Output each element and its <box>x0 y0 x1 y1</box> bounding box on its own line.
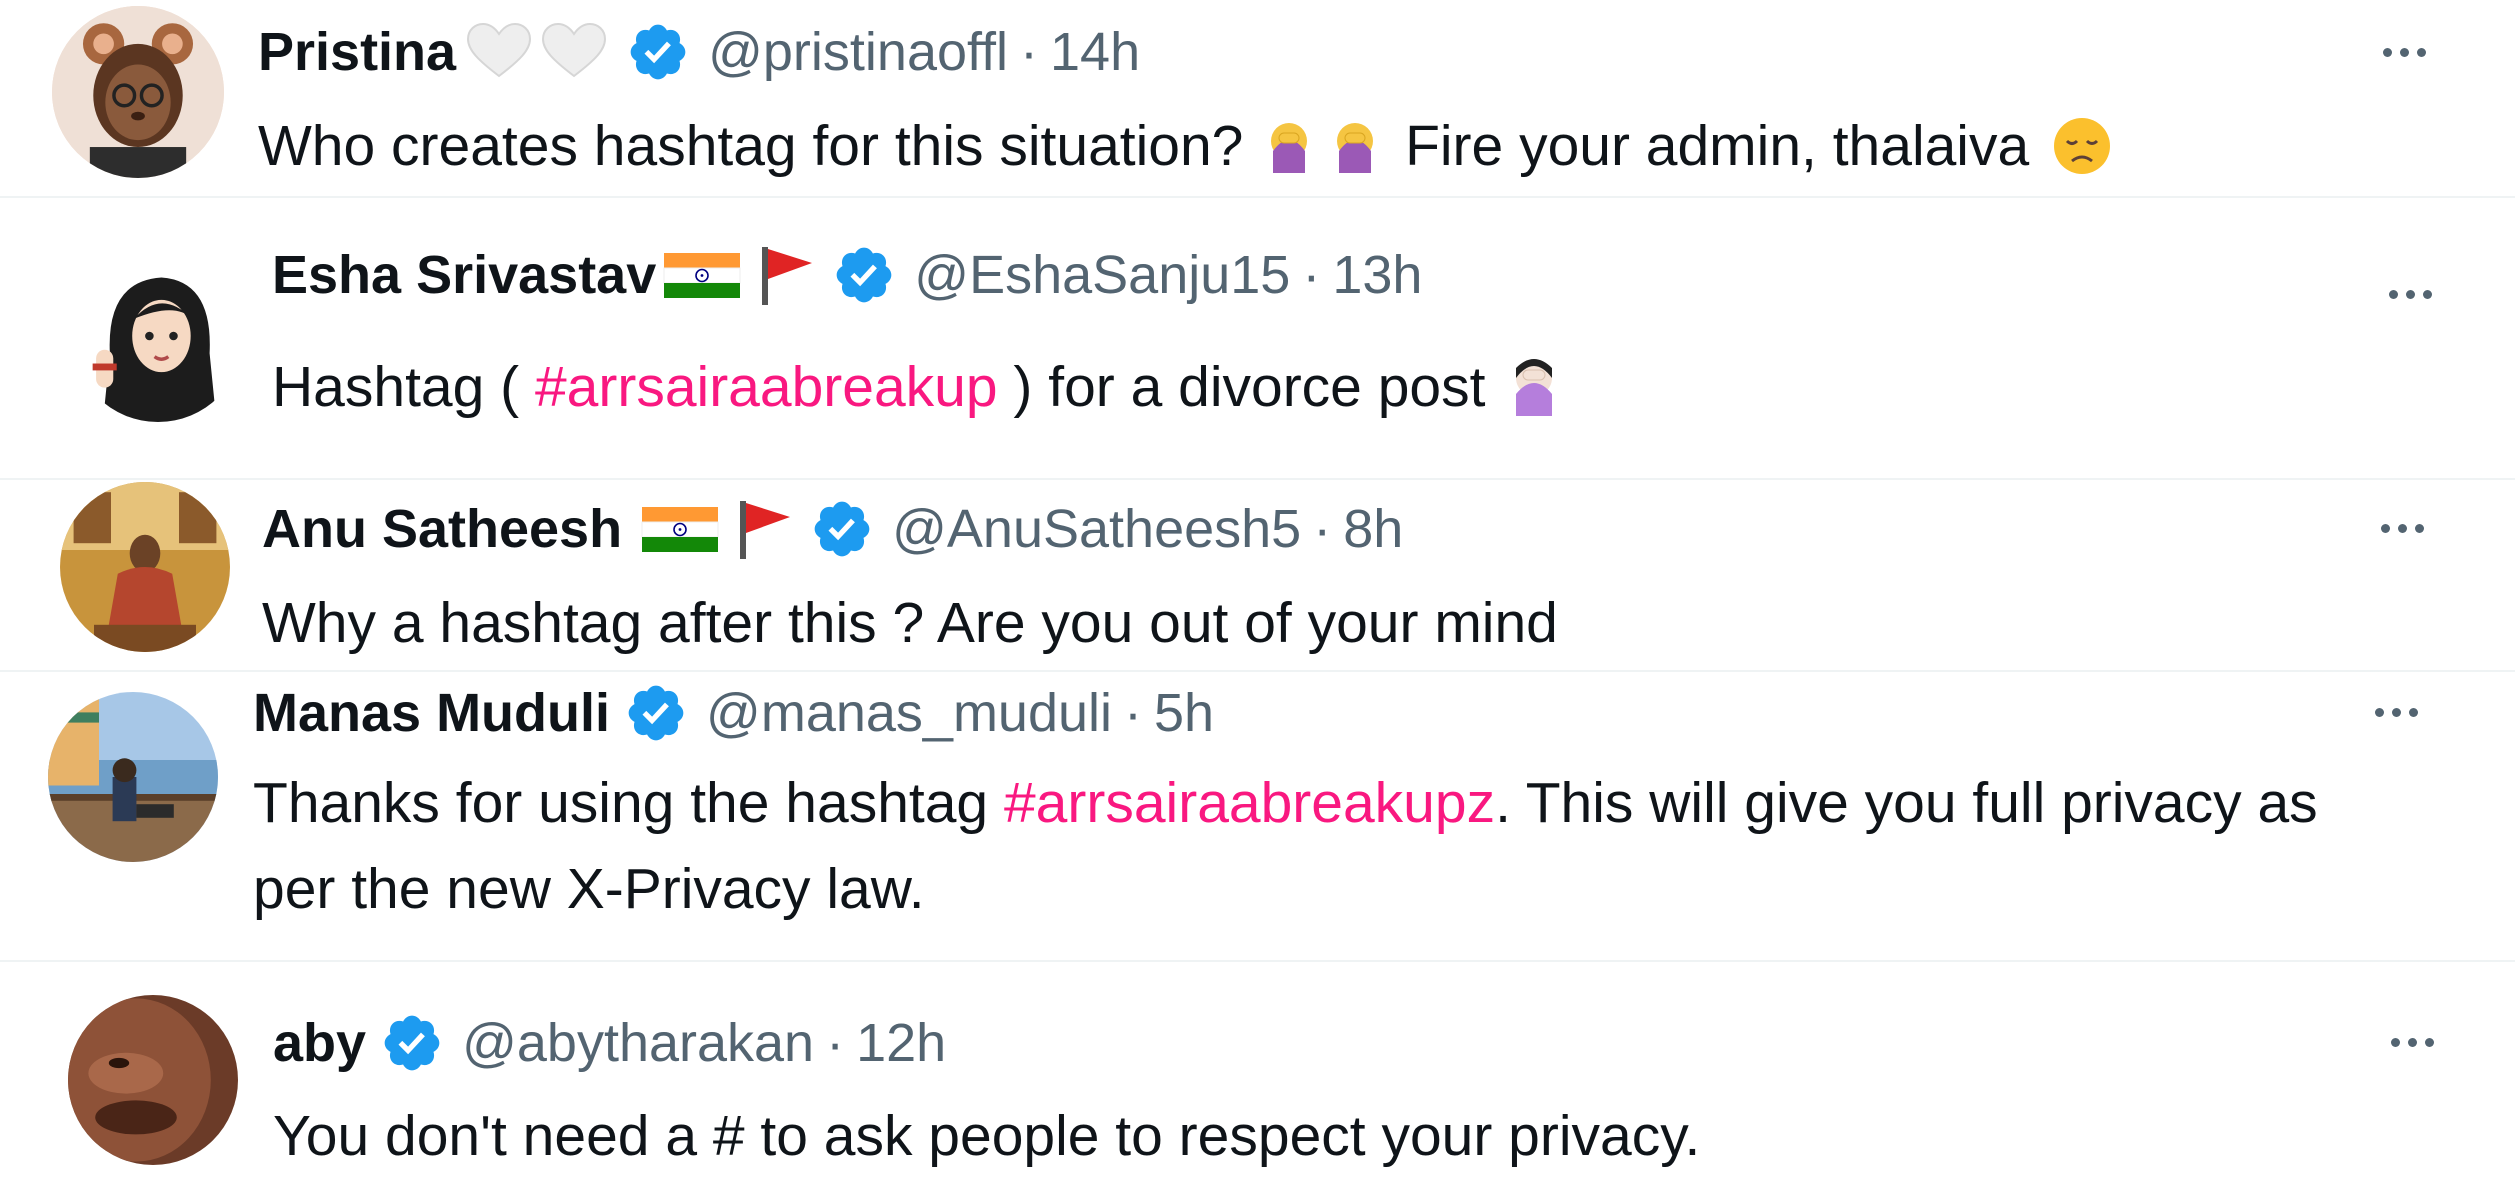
reply-text-part: ) for a divorce post <box>1013 355 1486 419</box>
more-options-icon[interactable] <box>2368 32 2440 72</box>
avatar[interactable] <box>68 995 238 1165</box>
verified-badge-icon[interactable] <box>832 243 896 307</box>
more-options-icon[interactable] <box>2366 508 2438 548</box>
more-options-icon[interactable] <box>2360 692 2432 732</box>
reply-header: aby @abytharakan · 12h <box>273 1011 946 1075</box>
reply-text-part: Thanks for using the hashtag <box>253 771 989 835</box>
user-handle[interactable]: @abytharakan <box>462 1011 814 1075</box>
separator-dot: · <box>1124 683 1143 743</box>
reply-header: Esha Srivastav @EshaSanju15 · 13h <box>272 243 1422 307</box>
reply-header: Anu Satheesh @AnuSatheesh5 · 8h <box>262 497 1403 561</box>
verified-badge-icon[interactable] <box>810 497 874 561</box>
separator-dot: · <box>1020 22 1039 82</box>
timestamp[interactable]: 12h <box>856 1011 946 1075</box>
white-heart-emoji <box>462 20 612 84</box>
disappointed-face-emoji <box>2045 115 2119 177</box>
facepalm-emoji <box>1501 354 1567 418</box>
red-flag-emoji <box>734 497 796 561</box>
timestamp[interactable]: 8h <box>1343 497 1403 561</box>
user-handle[interactable]: @pristinaoffl <box>708 20 1008 84</box>
reply-text: Why a hashtag after this ? Are you out o… <box>262 591 1558 655</box>
avatar[interactable] <box>72 250 244 422</box>
reply-text-part: Who creates hashtag for this situation? <box>258 114 1244 178</box>
reply-text-part: Fire your admin, thalaiva <box>1405 114 2030 178</box>
display-name[interactable]: Manas Muduli <box>253 681 610 745</box>
red-flag-emoji <box>756 243 818 307</box>
reply-text-part: Hashtag ( <box>272 355 520 419</box>
avatar[interactable] <box>48 692 218 862</box>
user-handle[interactable]: @manas_muduli <box>706 681 1112 745</box>
timestamp[interactable]: 13h <box>1332 243 1422 307</box>
display-name[interactable]: aby <box>273 1011 366 1075</box>
user-handle[interactable]: @AnuSatheesh5 <box>892 497 1301 561</box>
reply-header: Pristina @pristinaoffl · 14h <box>258 20 1140 84</box>
avatar[interactable] <box>52 6 224 178</box>
verified-badge-icon[interactable] <box>624 681 688 745</box>
display-name[interactable]: Pristina <box>258 20 456 84</box>
separator-dot: · <box>1302 245 1321 305</box>
display-name[interactable]: Anu Satheesh <box>262 497 622 561</box>
timestamp[interactable]: 14h <box>1050 20 1140 84</box>
reply-text: Who creates hashtag for this situation? … <box>258 103 2458 189</box>
verified-badge-icon[interactable] <box>380 1011 444 1075</box>
separator-dot: · <box>1313 499 1332 559</box>
reply-text: Hashtag ( #arrsairaabreakup ) for a divo… <box>272 344 2452 430</box>
more-options-icon[interactable] <box>2376 1022 2448 1062</box>
timestamp[interactable]: 5h <box>1154 681 1214 745</box>
avatar[interactable] <box>60 482 230 652</box>
hashtag-link[interactable]: #arrsairaabreakupz <box>1004 771 1495 835</box>
india-flag-emoji <box>662 245 742 305</box>
display-name[interactable]: Esha Srivastav <box>272 243 656 307</box>
reply-text: Thanks for using the hashtag #arrsairaab… <box>253 760 2393 932</box>
india-flag-emoji <box>640 499 720 559</box>
more-options-icon[interactable] <box>2374 274 2446 314</box>
reply-item[interactable]: Manas Muduli @manas_muduli · 5h Thanks f… <box>0 672 2515 960</box>
facepalm-emoji <box>1259 115 1389 177</box>
reply-item[interactable]: Pristina @pristinaoffl · 14h Who creates… <box>0 0 2515 196</box>
user-handle[interactable]: @EshaSanju15 <box>914 243 1290 307</box>
reply-header: Manas Muduli @manas_muduli · 5h <box>253 681 1214 745</box>
reply-item[interactable]: Esha Srivastav @EshaSanju15 · 13h Hashta… <box>0 198 2515 478</box>
hashtag-link[interactable]: #arrsairaabreakup <box>535 355 998 419</box>
separator-dot: · <box>826 1013 845 1073</box>
reply-text: You don't need a # to ask people to resp… <box>273 1104 1701 1168</box>
reply-item[interactable]: Anu Satheesh @AnuSatheesh5 · 8h Why a ha… <box>0 480 2515 670</box>
reply-item[interactable]: aby @abytharakan · 12h You don't need a … <box>0 962 2515 1200</box>
verified-badge-icon[interactable] <box>626 20 690 84</box>
